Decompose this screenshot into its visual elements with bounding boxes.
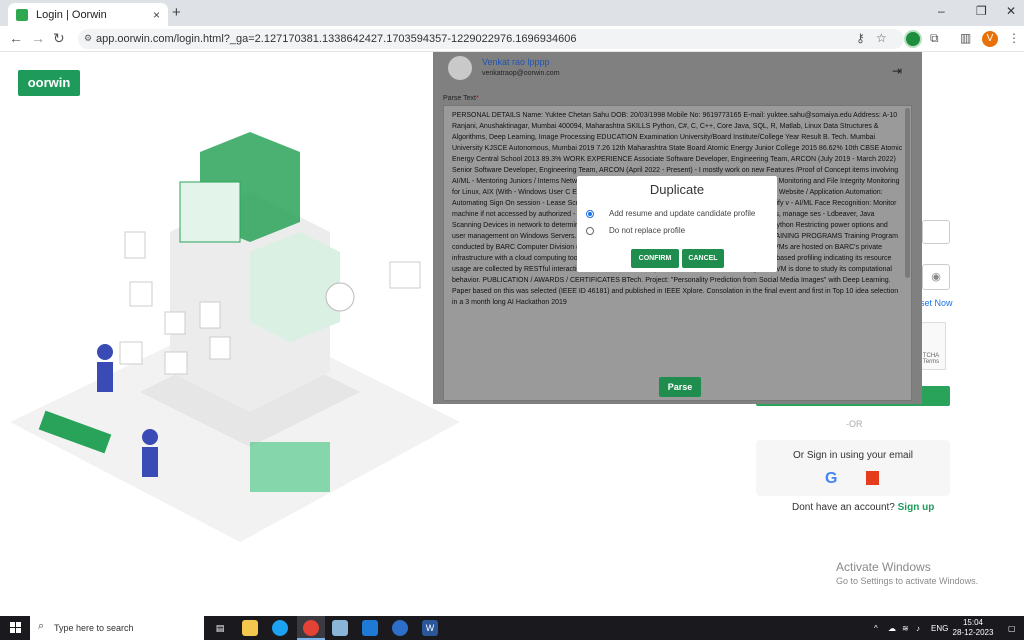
oorwin-favicon-icon	[16, 8, 28, 21]
reset-password-link[interactable]: set Now	[920, 298, 953, 308]
show-password-icon[interactable]: ◉	[922, 264, 950, 290]
dialog-title: Duplicate	[649, 182, 705, 197]
google-icon[interactable]: G	[825, 470, 837, 488]
file-explorer-icon[interactable]	[242, 620, 258, 636]
activate-title: Activate Windows	[836, 560, 931, 574]
logout-icon[interactable]: ⇥	[892, 64, 902, 78]
restore-button[interactable]: ❐	[976, 4, 987, 18]
cancel-button[interactable]: CANCEL	[682, 249, 724, 268]
notification-icon[interactable]: ▢	[1008, 624, 1016, 633]
or-divider: -OR	[846, 419, 863, 429]
browser-toolbar: ← → ↻ ⚙ app.oorwin.com/login.html?_ga=2.…	[0, 26, 1024, 52]
new-tab-button[interactable]: +	[172, 4, 181, 21]
user-email: venkatraop@oorwin.com	[482, 70, 560, 77]
parse-text-scrollbar[interactable]	[905, 108, 910, 278]
minimize-button[interactable]: –	[938, 4, 945, 18]
url-text: app.oorwin.com/login.html?_ga=2.12717038…	[96, 33, 577, 45]
taskbar-search[interactable]: ⌕ Type here to search	[30, 616, 204, 640]
wifi-icon[interactable]: ≋	[902, 624, 909, 633]
activate-windows-watermark: Activate Windows Go to Settings to activ…	[836, 560, 978, 586]
site-info-icon[interactable]: ⚙	[84, 33, 92, 44]
option-add-resume[interactable]: Add resume and update candidate profile	[586, 209, 755, 218]
sso-heading: Or Sign in using your email	[792, 450, 914, 461]
search-icon: ⌕	[38, 620, 45, 632]
back-icon[interactable]: ←	[9, 30, 23, 46]
chrome-icon[interactable]	[303, 620, 319, 636]
extensions-puzzle-icon[interactable]: ⧉	[930, 31, 939, 46]
menu-kebab-icon[interactable]: ⋮	[1008, 31, 1020, 45]
user-avatar	[448, 56, 472, 80]
clock-time: 15:04	[962, 618, 984, 627]
windows-start-icon[interactable]	[10, 622, 21, 633]
reload-icon[interactable]: ↻	[53, 30, 65, 47]
option-do-not-replace[interactable]: Do not replace profile	[586, 226, 685, 235]
browser-tab-strip: Login | Oorwin × + – ❐ ✕	[0, 0, 1024, 26]
signup-link[interactable]: Sign up	[898, 502, 935, 513]
option-add-resume-label: Add resume and update candidate profile	[609, 209, 756, 218]
parse-text-label: Parse Text*	[443, 95, 479, 102]
tab-login-oorwin[interactable]: Login | Oorwin ×	[8, 3, 168, 26]
extension-active-icon[interactable]	[904, 30, 922, 48]
user-name: Venkat rao lpppp	[482, 57, 550, 67]
address-bar[interactable]: ⚙ app.oorwin.com/login.html?_ga=2.127170…	[78, 29, 904, 49]
clock[interactable]: 15:04 28-12-2023	[952, 618, 994, 638]
no-account-text: Dont have an account?	[792, 502, 895, 513]
volume-icon[interactable]: ♪	[916, 624, 920, 633]
vscode-icon[interactable]	[362, 620, 378, 636]
option-do-not-replace-label: Do not replace profile	[609, 226, 686, 235]
language-indicator[interactable]: ENG	[931, 624, 948, 633]
network-icon[interactable]: ☁	[888, 624, 896, 633]
isometric-illustration	[10, 132, 460, 542]
side-panel-icon[interactable]: ▥	[960, 31, 971, 45]
taskbar-search-placeholder: Type here to search	[54, 623, 134, 633]
task-view-icon[interactable]: ▤	[212, 620, 228, 636]
duplicate-dialog: Duplicate Add resume and update candidat…	[577, 176, 777, 272]
password-key-icon[interactable]: ⚷	[856, 31, 865, 45]
radio-do-not-replace[interactable]	[586, 226, 594, 235]
radio-add-resume[interactable]	[586, 209, 594, 218]
email-field-edge[interactable]	[922, 220, 950, 244]
parse-button[interactable]: Parse	[659, 377, 701, 397]
edge-icon[interactable]	[272, 620, 288, 636]
office-icon[interactable]	[866, 471, 879, 485]
notepad-icon[interactable]	[332, 620, 348, 636]
profile-avatar[interactable]: V	[982, 31, 998, 47]
tray-overflow-icon[interactable]: ^	[874, 624, 878, 633]
sso-panel: Or Sign in using your email G	[756, 440, 950, 496]
bookmark-star-icon[interactable]: ☆	[876, 31, 887, 45]
activate-subtitle: Go to Settings to activate Windows.	[836, 576, 979, 586]
maps-icon[interactable]	[392, 620, 408, 636]
close-window-button[interactable]: ✕	[1006, 4, 1016, 18]
windows-taskbar: ⌕ Type here to search ▤ W ^ ☁ ≋ ♪ ENG 15…	[0, 616, 1024, 640]
tab-title: Login | Oorwin	[36, 8, 107, 21]
forward-icon[interactable]: →	[31, 30, 45, 46]
word-icon[interactable]: W	[422, 620, 438, 636]
tab-close-icon[interactable]: ×	[153, 8, 160, 22]
signup-row: Dont have an account? Sign up	[792, 502, 934, 513]
login-page: oorwin ◉ set Now TCHA Terms -OR Or Sign …	[0, 52, 1024, 616]
clock-date: 28-12-2023	[952, 628, 994, 637]
confirm-button[interactable]: CONFIRM	[631, 249, 679, 268]
